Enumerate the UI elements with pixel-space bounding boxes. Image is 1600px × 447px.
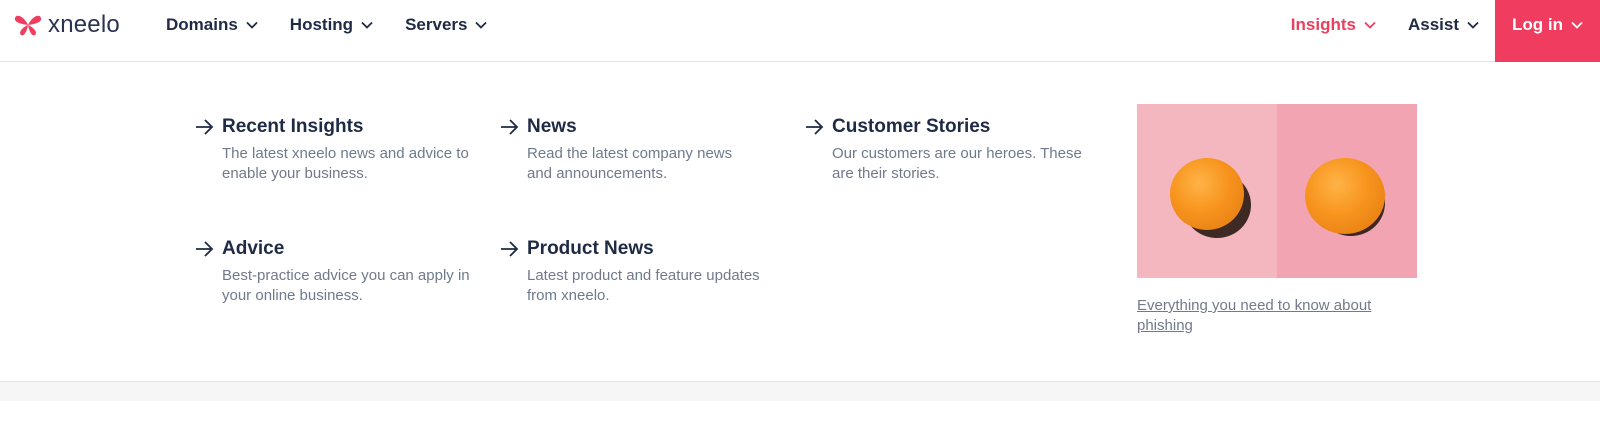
featured-article-link[interactable]: Everything you need to know about phishi…: [1137, 296, 1417, 336]
nav-assist[interactable]: Assist: [1392, 0, 1495, 50]
featured-article-image[interactable]: [1137, 104, 1417, 278]
nav-insights-label: Insights: [1290, 15, 1356, 34]
insights-mega-menu: Recent Insights The latest xneelo news a…: [0, 62, 1600, 381]
nav-domains[interactable]: Domains: [166, 15, 258, 35]
brand-logo[interactable]: xneelo: [14, 10, 120, 40]
login-label: Log in: [1512, 15, 1563, 34]
menu-link-advice[interactable]: Advice Best-practice advice you can appl…: [195, 238, 495, 306]
arrow-right-icon: [500, 241, 519, 257]
menu-link-recent-insights[interactable]: Recent Insights The latest xneelo news a…: [195, 116, 485, 184]
chevron-down-icon: [475, 21, 488, 29]
butterfly-logo-icon: [14, 13, 42, 37]
menu-link-product-news[interactable]: Product News Latest product and feature …: [500, 238, 790, 306]
nav-servers[interactable]: Servers: [405, 15, 488, 35]
menu-link-title: Product News: [527, 238, 654, 259]
menu-link-description: Read the latest company news and announc…: [527, 145, 733, 182]
chevron-down-icon: [1571, 21, 1583, 29]
chevron-down-icon: [246, 21, 258, 29]
arrow-right-icon: [195, 119, 214, 135]
menu-link-title: Recent Insights: [222, 116, 364, 137]
arrow-right-icon: [195, 241, 214, 257]
top-navigation-bar: xneelo Domains Hosting Servers Insights: [0, 0, 1600, 62]
featured-article: Everything you need to know about phishi…: [1137, 104, 1417, 336]
menu-link-description: Latest product and feature updates from …: [527, 267, 760, 304]
arrow-right-icon: [500, 119, 519, 135]
menu-link-description: The latest xneelo news and advice to ena…: [222, 145, 469, 182]
page-content-divider: [0, 381, 1600, 401]
primary-nav: Domains Hosting Servers: [166, 0, 519, 50]
menu-link-title: Customer Stories: [832, 116, 991, 137]
nav-domains-label: Domains: [166, 15, 238, 34]
nav-servers-label: Servers: [405, 15, 468, 34]
orange-fruit-right: [1305, 158, 1385, 234]
brand-name: xneelo: [48, 11, 120, 38]
arrow-right-icon: [805, 119, 824, 135]
secondary-nav: Insights Assist Log in: [1275, 0, 1600, 62]
nav-hosting[interactable]: Hosting: [290, 15, 373, 35]
menu-link-description: Best-practice advice you can apply in yo…: [222, 267, 470, 304]
nav-hosting-label: Hosting: [289, 15, 354, 34]
chevron-down-icon: [1364, 21, 1376, 29]
menu-link-description: Our customers are our heroes. These are …: [832, 145, 1082, 182]
menu-link-title: Advice: [222, 238, 285, 259]
chevron-down-icon: [1467, 21, 1479, 29]
menu-link-customer-stories[interactable]: Customer Stories Our customers are our h…: [805, 116, 1105, 184]
menu-link-title: News: [527, 116, 577, 137]
nav-insights[interactable]: Insights: [1275, 0, 1392, 50]
orange-fruit-left: [1170, 158, 1244, 230]
chevron-down-icon: [361, 21, 373, 29]
nav-assist-label: Assist: [1407, 15, 1459, 34]
login-button[interactable]: Log in: [1495, 0, 1600, 62]
menu-link-news[interactable]: News Read the latest company news and an…: [500, 116, 775, 184]
